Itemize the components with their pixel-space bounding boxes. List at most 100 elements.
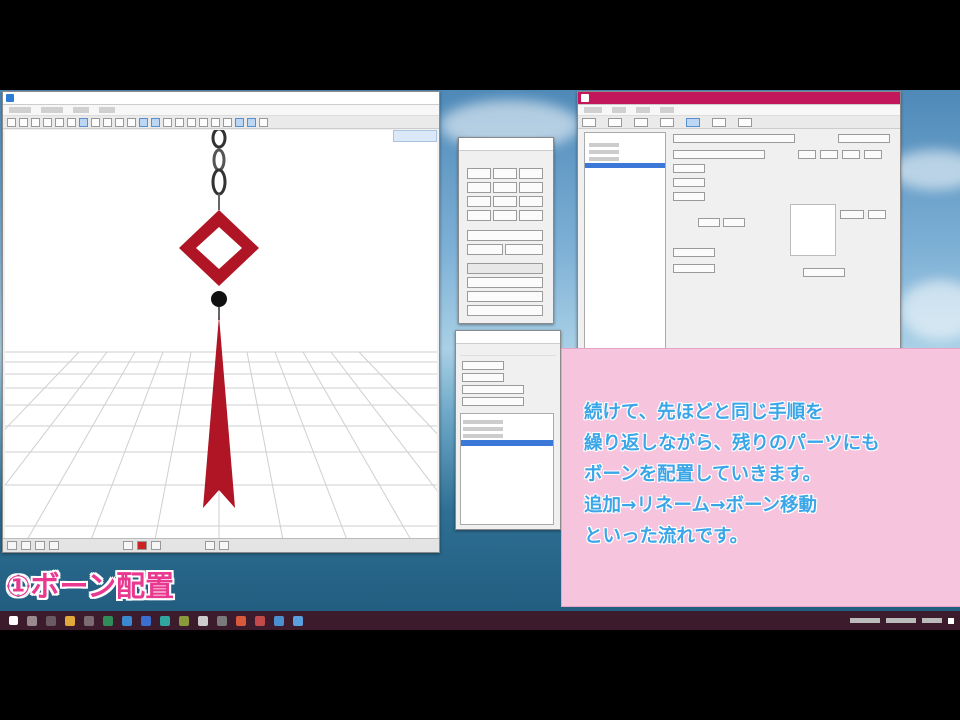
toolbar-button[interactable] [43, 117, 52, 127]
toolbar-button[interactable] [115, 117, 124, 127]
browser-icon[interactable] [141, 615, 151, 626]
3d-viewport[interactable] [5, 130, 437, 538]
panel-button[interactable] [467, 305, 543, 316]
viewer-titlebar[interactable] [3, 92, 439, 105]
panel-button[interactable] [493, 168, 517, 179]
panel-button[interactable] [467, 196, 491, 207]
toolbar-button[interactable] [211, 117, 220, 127]
toolbar-button[interactable] [187, 117, 196, 127]
tool-panel-titlebar[interactable] [459, 138, 553, 151]
toolbar-button[interactable] [55, 117, 64, 127]
panel-button[interactable] [519, 210, 543, 221]
toolbar-button[interactable] [247, 117, 256, 127]
panel-button[interactable] [462, 373, 504, 382]
menu-item[interactable] [660, 107, 674, 113]
editor-button[interactable] [864, 150, 882, 159]
status-button[interactable] [7, 541, 17, 550]
toolbar-button[interactable] [259, 117, 268, 127]
tab[interactable] [660, 117, 674, 127]
toolbar-button[interactable] [19, 117, 28, 127]
parent-field[interactable] [673, 164, 705, 173]
view-label[interactable] [393, 130, 437, 142]
panel-button[interactable] [467, 291, 543, 302]
editor-field[interactable] [803, 268, 845, 277]
app-icon[interactable] [217, 615, 227, 626]
bone-list-titlebar[interactable] [456, 331, 560, 344]
panel-button[interactable] [467, 277, 543, 288]
menu-item[interactable] [99, 107, 115, 113]
app-icon[interactable] [84, 615, 94, 626]
status-button[interactable] [137, 541, 147, 550]
status-button[interactable] [219, 541, 229, 550]
editor-button[interactable] [723, 218, 745, 227]
toolbar-button[interactable] [223, 117, 232, 127]
app-icon[interactable] [198, 615, 208, 626]
editor-button[interactable] [820, 150, 838, 159]
panel-button[interactable] [462, 397, 524, 406]
app-icon[interactable] [179, 615, 189, 626]
menu-item[interactable] [9, 107, 31, 113]
status-button[interactable] [21, 541, 31, 550]
panel-button[interactable] [519, 182, 543, 193]
panel-button[interactable] [493, 182, 517, 193]
checkbox-row[interactable] [673, 178, 705, 187]
editor-field[interactable] [673, 264, 715, 273]
status-button[interactable] [123, 541, 133, 550]
tree-item[interactable] [589, 157, 619, 161]
tree-item-selected[interactable] [585, 163, 665, 168]
editor-button[interactable] [840, 210, 864, 219]
status-button[interactable] [205, 541, 215, 550]
tree-item[interactable] [589, 143, 619, 147]
checkbox-row[interactable] [673, 192, 705, 201]
editor-button[interactable] [798, 150, 816, 159]
toolbar-button[interactable] [235, 117, 244, 127]
list-item-selected[interactable] [461, 440, 553, 446]
bone-list-window[interactable] [455, 330, 561, 530]
panel-button[interactable] [462, 385, 524, 394]
editor-titlebar[interactable] [578, 92, 900, 105]
app-icon[interactable] [103, 615, 113, 626]
bone-name-field[interactable] [673, 134, 795, 143]
menu-item[interactable] [612, 107, 626, 113]
bone-list[interactable] [460, 413, 554, 525]
toolbar-button[interactable] [103, 117, 112, 127]
app-icon[interactable] [236, 615, 246, 626]
app-icon[interactable] [122, 615, 132, 626]
toolbar-button[interactable] [151, 117, 160, 127]
editor-button[interactable] [868, 210, 886, 219]
status-button[interactable] [49, 541, 59, 550]
pmx-viewer-window[interactable] [2, 91, 440, 553]
tool-panel-window[interactable] [458, 137, 554, 324]
menu-item[interactable] [41, 107, 63, 113]
app-icon[interactable] [160, 615, 170, 626]
app-icon[interactable] [255, 615, 265, 626]
panel-button[interactable] [467, 182, 491, 193]
tray-icons[interactable] [850, 618, 880, 623]
list-item[interactable] [463, 434, 503, 438]
taskview-icon[interactable] [46, 615, 56, 626]
explorer-icon[interactable] [65, 615, 75, 626]
panel-button[interactable] [493, 196, 517, 207]
tab[interactable] [738, 117, 752, 127]
toolbar-button[interactable] [31, 117, 40, 127]
app-icon[interactable] [293, 615, 303, 626]
panel-button[interactable] [467, 263, 543, 274]
status-button[interactable] [35, 541, 45, 550]
list-item[interactable] [463, 427, 503, 431]
menu-item[interactable] [73, 107, 89, 113]
notification-icon[interactable] [948, 617, 954, 624]
editor-field[interactable] [673, 248, 715, 257]
menu-item[interactable] [584, 107, 602, 113]
toolbar-button[interactable] [67, 117, 76, 127]
status-button[interactable] [151, 541, 161, 550]
panel-button[interactable] [462, 361, 504, 370]
panel-button[interactable] [467, 230, 543, 241]
pmx-editor-window[interactable] [577, 91, 901, 353]
toolbar-button[interactable] [175, 117, 184, 127]
panel-button[interactable] [505, 244, 543, 255]
list-item[interactable] [463, 420, 503, 424]
search-icon[interactable] [27, 615, 37, 626]
panel-button[interactable] [467, 168, 491, 179]
toolbar-button[interactable] [199, 117, 208, 127]
editor-button[interactable] [838, 134, 890, 143]
